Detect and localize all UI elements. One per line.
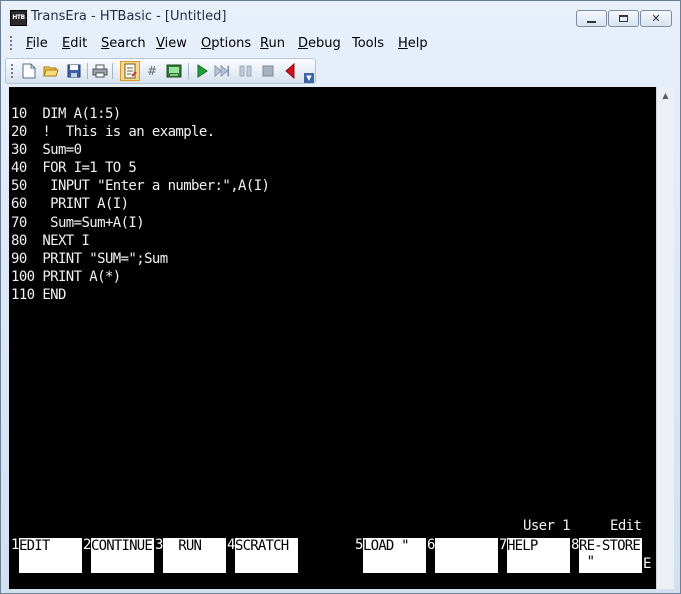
crt-screen[interactable]: 10 DIM A(1:5) 20 ! This is an example. 3… xyxy=(9,87,656,589)
program-line: 80 NEXT I xyxy=(11,232,90,249)
toolbar-separator xyxy=(188,63,189,79)
window-title: TransEra - HTBasic - [Untitled] xyxy=(31,9,227,24)
program-line: 30 Sum=0 xyxy=(11,142,82,159)
line-number-icon[interactable]: # xyxy=(144,63,160,79)
toolbar-separator xyxy=(87,63,88,79)
vertical-scrollbar[interactable]: ▲ xyxy=(656,87,674,589)
title-bar[interactable]: HTB TransEra - HTBasic - [Untitled] ✕ xyxy=(1,1,680,31)
close-button[interactable]: ✕ xyxy=(640,10,672,27)
menu-bar: File Edit Search View Options Run Debug … xyxy=(5,32,678,56)
menu-help[interactable]: Help xyxy=(398,36,428,51)
menu-file[interactable]: File xyxy=(26,36,48,51)
softkey-8-re-store[interactable]: RE-STORE " xyxy=(579,538,642,573)
print-icon[interactable] xyxy=(92,63,108,79)
pause-icon[interactable] xyxy=(238,63,254,79)
corner-indicator: E xyxy=(643,556,652,572)
program-line: 40 FOR I=1 TO 5 xyxy=(11,160,137,177)
save-disk-icon[interactable] xyxy=(66,63,82,79)
app-window: HTB TransEra - HTBasic - [Untitled] ✕ Fi… xyxy=(0,0,681,594)
menu-view[interactable]: View xyxy=(156,36,187,51)
program-line: 50 INPUT "Enter a number:",A(I) xyxy=(11,178,270,195)
program-line: 90 PRINT "SUM=";Sum xyxy=(11,250,168,267)
softkey-6-empty[interactable] xyxy=(435,538,498,573)
toolbar: # ▼ xyxy=(5,58,316,84)
softkey-7-help[interactable]: HELP xyxy=(507,538,570,573)
minimize-icon xyxy=(577,11,606,26)
stop-icon[interactable] xyxy=(260,63,276,79)
program-line: 100 PRINT A(*) xyxy=(11,268,121,285)
close-icon: ✕ xyxy=(651,12,661,25)
edit-mode-icon[interactable] xyxy=(120,61,140,81)
minimize-button[interactable] xyxy=(576,10,607,27)
menu-tools[interactable]: Tools xyxy=(352,36,384,51)
toolbar-separator xyxy=(112,63,113,79)
step-icon[interactable] xyxy=(214,63,230,79)
open-folder-icon[interactable] xyxy=(43,63,59,79)
softkey-2-continue[interactable]: CONTINUE xyxy=(91,538,154,573)
menu-bar-grip[interactable] xyxy=(10,36,12,52)
maximize-button[interactable] xyxy=(608,10,639,27)
softkey-3-run[interactable]: RUN xyxy=(163,538,226,573)
menu-options[interactable]: Options xyxy=(201,36,251,51)
program-line: 10 DIM A(1:5) xyxy=(11,106,121,122)
softkey-1-edit[interactable]: EDIT xyxy=(19,538,82,573)
scroll-up-arrow-icon[interactable]: ▲ xyxy=(657,87,674,104)
menu-edit[interactable]: Edit xyxy=(62,36,87,51)
htbasic-app-icon[interactable]: HTB xyxy=(10,10,27,26)
softkey-4-scratch[interactable]: SCRATCH xyxy=(235,538,298,573)
menu-search[interactable]: Search xyxy=(101,36,146,51)
program-line: 60 PRINT A(I) xyxy=(11,196,129,213)
program-listing[interactable]: 10 DIM A(1:5) 20 ! This is an example. 3… xyxy=(11,105,270,304)
menu-debug[interactable]: Debug xyxy=(298,36,341,51)
run-icon[interactable] xyxy=(194,63,210,79)
maximize-icon xyxy=(609,11,638,26)
back-icon[interactable] xyxy=(282,63,298,79)
toolbar-options-chevron-icon[interactable]: ▼ xyxy=(304,73,314,83)
new-file-icon[interactable] xyxy=(21,63,37,79)
softkey-5-load[interactable]: LOAD " xyxy=(363,538,426,573)
program-line: 20 ! This is an example. xyxy=(11,124,215,141)
program-line: 110 END xyxy=(11,286,66,303)
menu-run[interactable]: Run xyxy=(260,36,285,51)
console-icon[interactable] xyxy=(166,63,182,79)
toolbar-grip[interactable] xyxy=(11,64,13,79)
status-mode: Edit xyxy=(610,518,642,534)
program-line: 70 Sum=Sum+A(I) xyxy=(11,214,145,231)
status-user: User 1 xyxy=(523,518,571,534)
